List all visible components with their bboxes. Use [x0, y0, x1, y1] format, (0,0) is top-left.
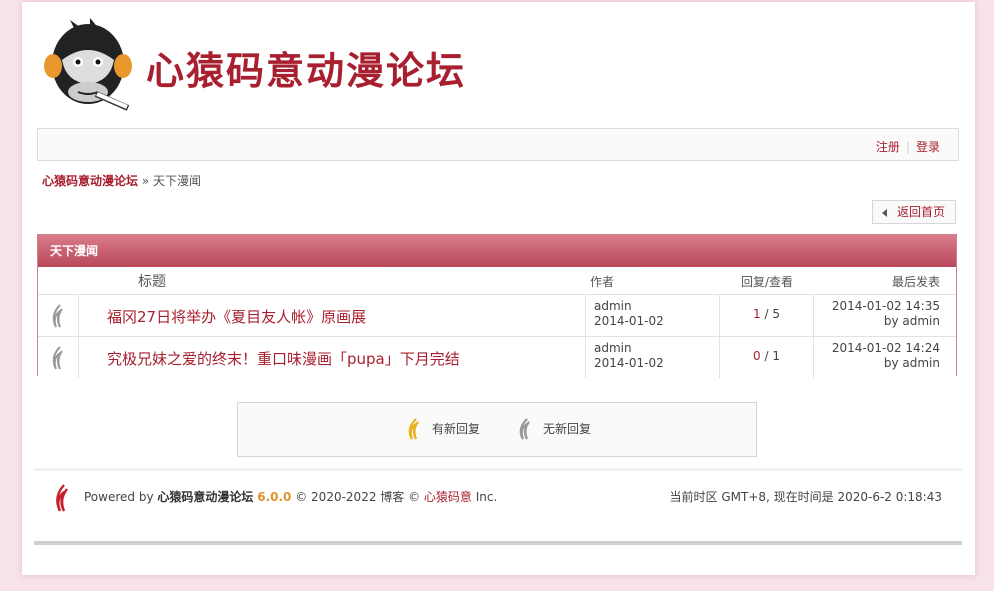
register-link[interactable]: 注册: [876, 140, 900, 154]
footer-version: 6.0.0: [257, 490, 292, 504]
flame-old-icon: [519, 418, 530, 440]
icon-legend: 有新回复 无新回复: [237, 402, 757, 457]
flame-logo-icon: [56, 484, 68, 512]
thread-author[interactable]: admin: [586, 337, 719, 356]
auth-links: 注册 | 登录: [876, 138, 940, 155]
thread-author-cell: admin 2014-01-02: [586, 337, 720, 378]
triangle-left-icon: [882, 209, 887, 217]
thread-author[interactable]: admin: [586, 295, 719, 314]
thread-last-cell: 2014-01-02 14:24 by admin: [814, 337, 956, 378]
footer-copyright-pre: © 2020-2022 博客 ©: [295, 490, 421, 504]
thread-title-link[interactable]: 福冈27日将举办《夏目友人帐》原画展: [107, 306, 366, 327]
legend-new: 有新回复: [404, 418, 480, 440]
gorilla-logo-icon[interactable]: [40, 12, 136, 114]
footer-product-link[interactable]: 心猿码意动漫论坛: [157, 490, 253, 504]
view-count: 5: [772, 307, 780, 321]
reply-count: 0: [753, 349, 761, 363]
thread-title-cell: 福冈27日将举办《夏目友人帐》原画展: [79, 295, 586, 336]
thread-date: 2014-01-02: [594, 356, 664, 370]
col-author: 作者: [590, 275, 615, 289]
last-post-time[interactable]: 2014-01-02 14:24: [814, 337, 940, 356]
thread-status: [38, 337, 79, 378]
col-stats: 回复/查看: [741, 275, 794, 289]
last-post-time[interactable]: 2014-01-02 14:35: [814, 295, 940, 314]
flame-old-icon: [52, 304, 63, 328]
table-row: 福冈27日将举办《夏目友人帐》原画展 admin 2014-01-02 1 / …: [38, 295, 956, 337]
page: 心猿码意动漫论坛 注册 | 登录 心猿码意动漫论坛 » 天下漫闻 返回首页 天下漫闻…: [22, 2, 975, 575]
flame-new-icon: [408, 418, 419, 440]
view-count: 1: [772, 349, 780, 363]
thread-stats: 1 / 5: [753, 307, 780, 321]
last-post-by[interactable]: by admin: [814, 314, 940, 329]
thread-stats: 0 / 1: [753, 349, 780, 363]
forum-title: 天下漫闻: [38, 235, 956, 267]
site-logo-text[interactable]: 心猿码意动漫论坛: [146, 40, 466, 95]
thread-date: 2014-01-02: [594, 314, 664, 328]
breadcrumb-current: 天下漫闻: [153, 174, 202, 188]
column-headers: 标题 作者 回复/查看 最后发表: [38, 267, 956, 295]
thread-status: [38, 295, 79, 336]
separator: |: [905, 140, 910, 154]
col-title: 标题: [138, 274, 166, 290]
back-home-button[interactable]: 返回首页: [872, 200, 956, 224]
table-row: 究极兄妹之爱的终末！重口味漫画「pupa」下月完结 admin 2014-01-…: [38, 337, 956, 378]
thread-stats-cell: 0 / 1: [720, 337, 814, 378]
thread-list: 天下漫闻 标题 作者 回复/查看 最后发表 福冈27日将举办《夏目友人帐》原画展…: [37, 234, 957, 378]
thread-title-cell: 究极兄妹之爱的终末！重口味漫画「pupa」下月完结: [79, 337, 586, 378]
footer-brand-link[interactable]: 心猿码意: [424, 490, 472, 504]
breadcrumb-home-link[interactable]: 心猿码意动漫论坛: [42, 174, 138, 188]
thread-last-cell: 2014-01-02 14:35 by admin: [814, 295, 956, 336]
footer-copyright-post: Inc.: [475, 490, 498, 504]
user-bar: 注册 | 登录: [37, 128, 959, 161]
flame-old-icon: [52, 346, 63, 370]
back-home-label: 返回首页: [897, 205, 946, 219]
footer: Powered by 心猿码意动漫论坛 6.0.0 © 2020-2022 博客…: [34, 468, 962, 545]
col-last: 最后发表: [891, 275, 940, 289]
thread-author-cell: admin 2014-01-02: [586, 295, 720, 336]
footer-timezone: 当前时区 GMT+8, 现在时间是 2020-6-2 0:18:43: [669, 490, 942, 504]
breadcrumb: 心猿码意动漫论坛 » 天下漫闻: [42, 172, 201, 189]
legend-old: 无新回复: [515, 418, 591, 440]
reply-count: 1: [753, 307, 761, 321]
thread-stats-cell: 1 / 5: [720, 295, 814, 336]
breadcrumb-separator: »: [141, 174, 150, 188]
footer-copyright: Powered by 心猿码意动漫论坛 6.0.0 © 2020-2022 博客…: [84, 488, 497, 505]
powered-by: Powered by: [84, 490, 154, 504]
thread-title-link[interactable]: 究极兄妹之爱的终末！重口味漫画「pupa」下月完结: [107, 348, 460, 369]
site-header: 心猿码意动漫论坛: [40, 12, 640, 122]
last-post-by[interactable]: by admin: [814, 356, 940, 371]
login-link[interactable]: 登录: [916, 140, 940, 154]
